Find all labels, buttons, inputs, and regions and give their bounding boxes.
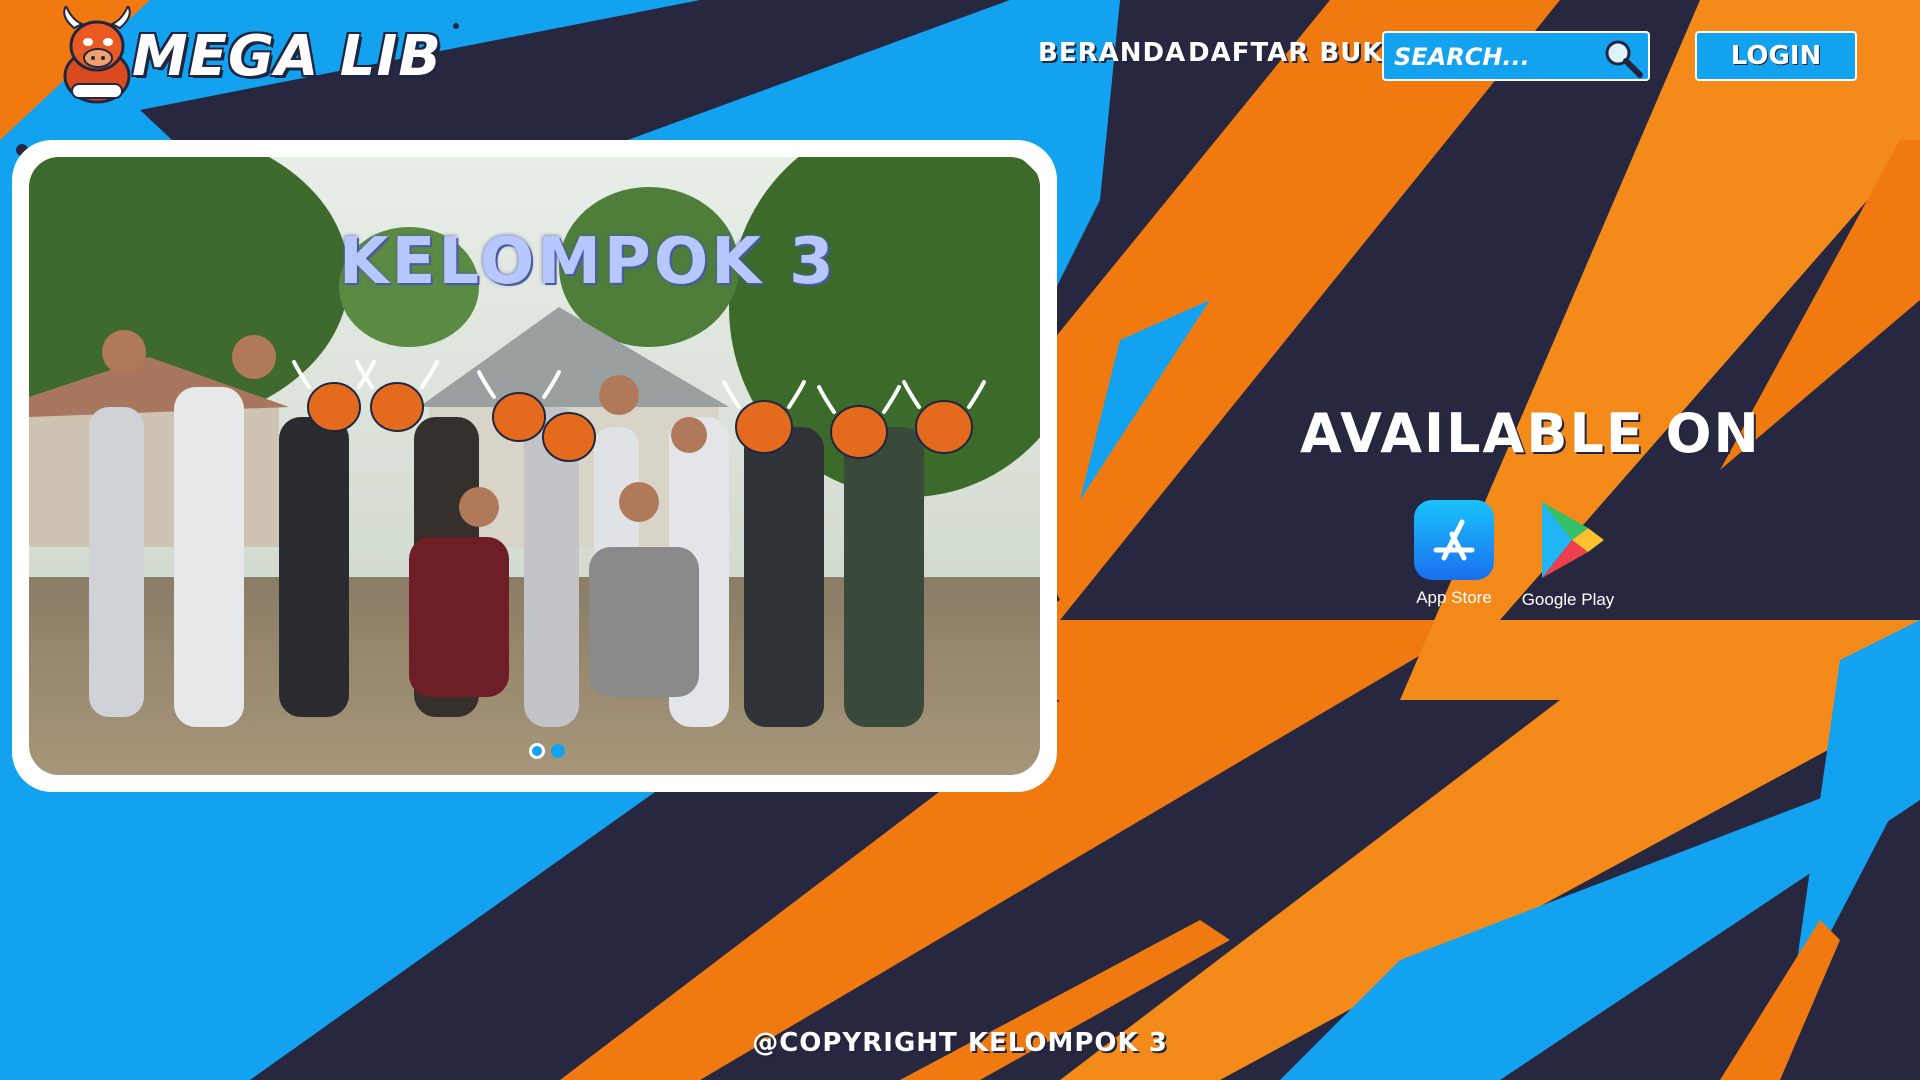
app-store-icon bbox=[1414, 500, 1494, 580]
brand-logo[interactable]: MEGA LIB bbox=[52, 6, 441, 106]
login-button[interactable]: LOGIN bbox=[1695, 31, 1857, 81]
google-play-label: Google Play bbox=[1521, 590, 1615, 609]
footer-copyright: @COPYRIGHT KELOMPOK 3 bbox=[752, 1028, 1168, 1058]
image-carousel: KELOMPOK 3 bbox=[12, 140, 1057, 792]
app-store-label: App Store bbox=[1416, 588, 1492, 607]
google-play-link[interactable]: Google Play bbox=[1508, 498, 1628, 610]
site-header: MEGA LIB BERANDA DAFTAR BUKU LOGIN bbox=[0, 0, 1920, 110]
search-icon[interactable] bbox=[1602, 37, 1644, 79]
carousel-dot-2[interactable] bbox=[551, 744, 565, 758]
brand-name: MEGA LIB bbox=[132, 24, 442, 89]
google-play-icon bbox=[1542, 502, 1604, 578]
app-store-link[interactable]: App Store bbox=[1404, 500, 1504, 608]
search-box bbox=[1382, 31, 1650, 81]
carousel-slide-group-photo: KELOMPOK 3 bbox=[29, 157, 1040, 775]
nav-link-daftar-buku[interactable]: DAFTAR BUKU bbox=[1188, 38, 1405, 68]
search-input[interactable] bbox=[1392, 39, 1596, 75]
carousel-indicators bbox=[529, 743, 589, 763]
carousel-caption: KELOMPOK 3 bbox=[339, 225, 837, 299]
nav-link-beranda[interactable]: BERANDA bbox=[1038, 38, 1186, 68]
available-on-heading: AVAILABLE ON bbox=[1300, 402, 1761, 465]
bull-mascot-icon bbox=[63, 6, 131, 104]
carousel-dot-1[interactable] bbox=[529, 743, 545, 759]
